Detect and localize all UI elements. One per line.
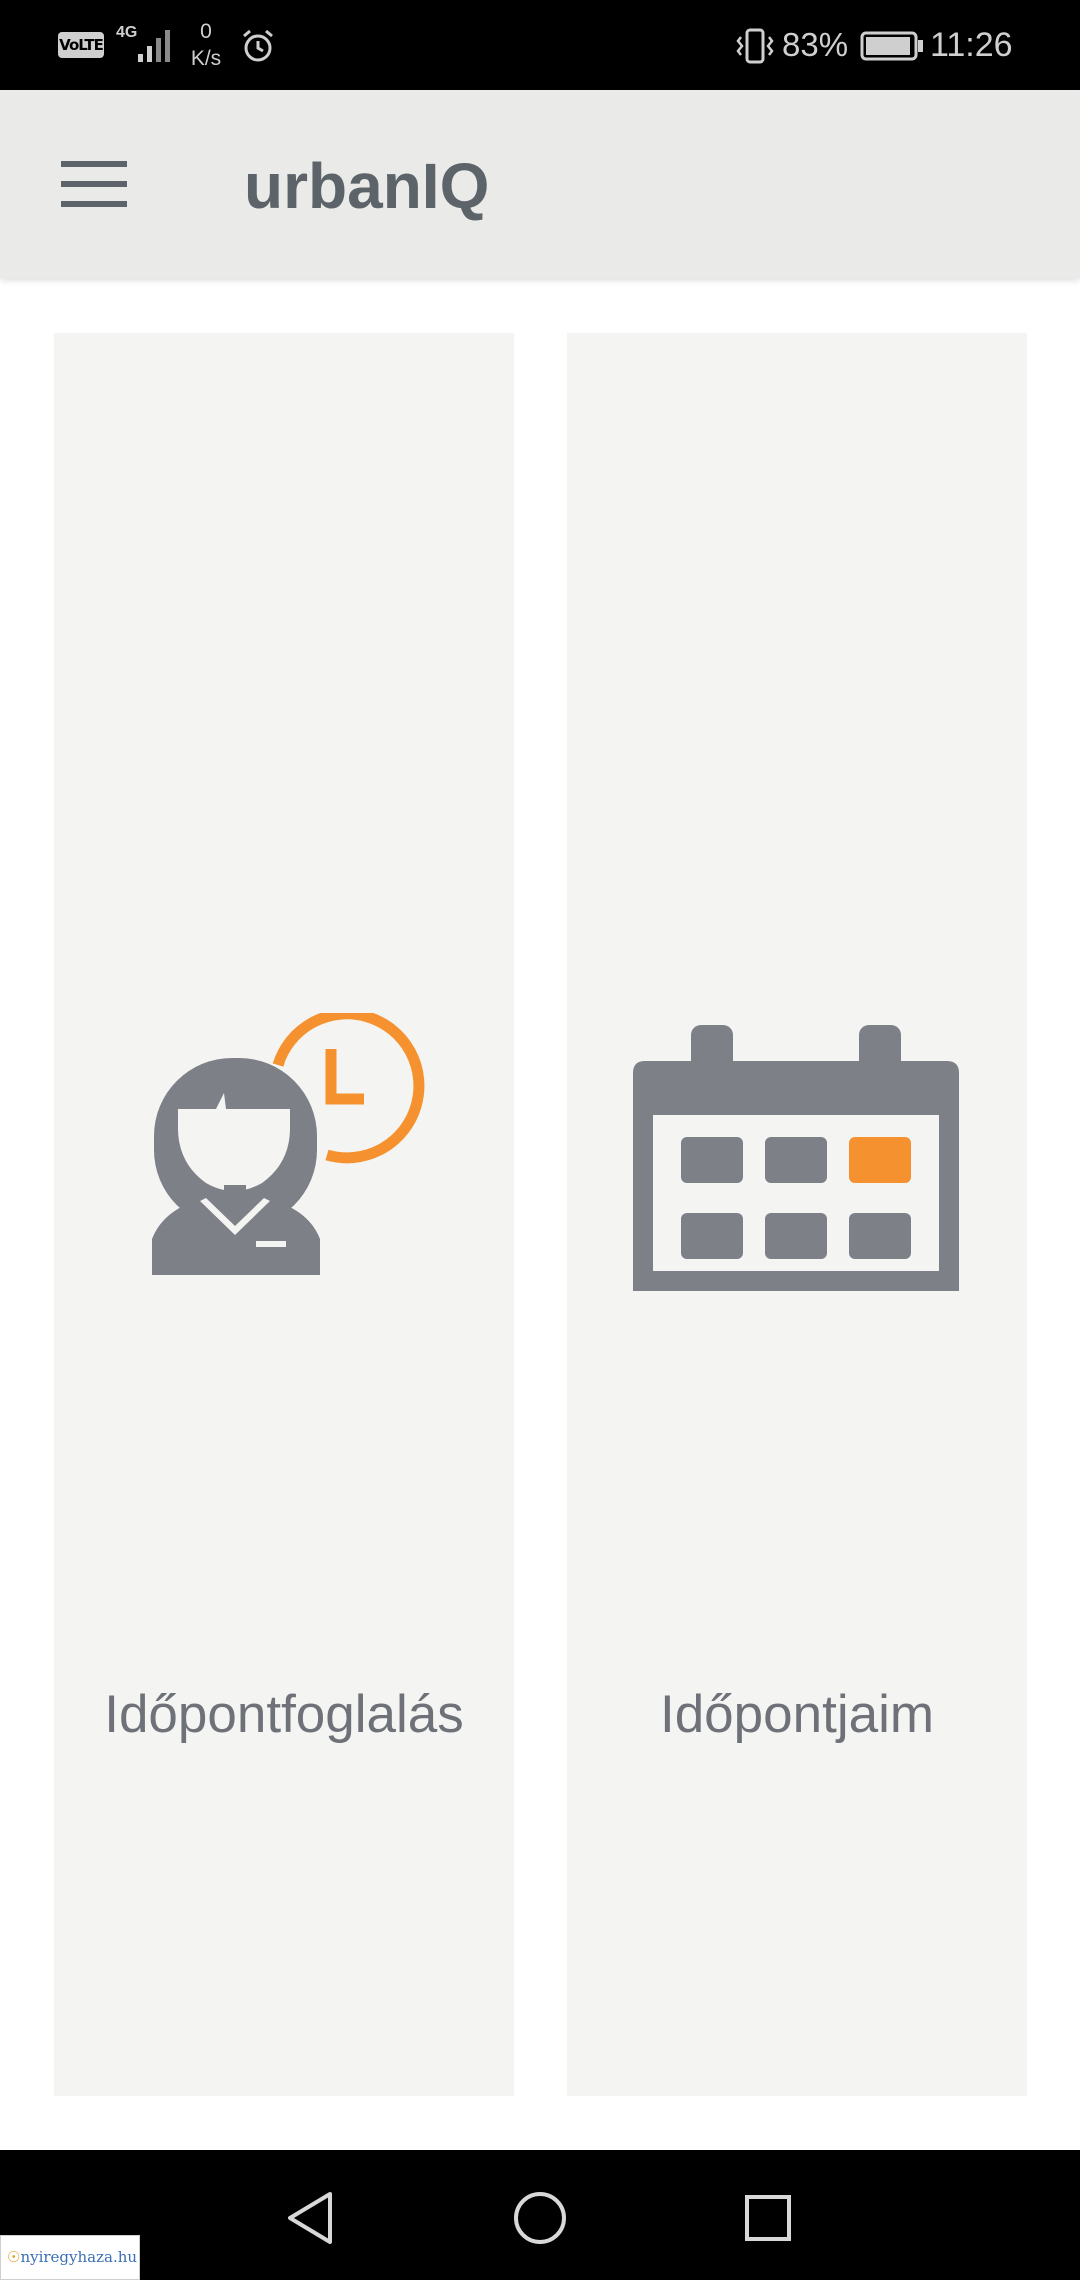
watermark-text: nyiregyhaza.hu — [20, 2248, 138, 2266]
menu-button[interactable] — [44, 134, 144, 234]
status-bar: VoLTE 4G 0 K/s 83% 11:26 — [0, 0, 1080, 90]
calendar-icon — [633, 1025, 959, 1291]
watermark-logo-icon: ☉ — [7, 2248, 21, 2266]
home-circle-icon — [514, 2192, 566, 2244]
recents-button[interactable] — [728, 2178, 808, 2258]
signal-strength-icon — [138, 30, 170, 62]
network-speed-value: 0 — [200, 20, 212, 43]
watermark: ☉nyiregyhaza.hu — [0, 2235, 140, 2280]
tile-label-appointment-booking: Időpontfoglalás — [104, 1685, 464, 1744]
tile-label-my-appointments: Időpontjaim — [659, 1685, 934, 1744]
battery-percent: 83% — [782, 26, 849, 63]
system-navigation-bar — [0, 2150, 1080, 2280]
app-bar: urbanIQ — [0, 90, 1080, 278]
tile-appointment-booking[interactable]: Időpontfoglalás — [54, 333, 514, 2096]
battery-icon — [860, 31, 923, 61]
network-speed-unit: K/s — [190, 47, 222, 70]
network-speed: 0 K/s — [186, 18, 226, 72]
vibrate-icon — [736, 28, 774, 64]
back-button[interactable] — [270, 2178, 350, 2258]
person-clock-icon — [152, 1013, 425, 1275]
recents-square-icon — [745, 2195, 791, 2241]
back-triangle-icon — [288, 2192, 332, 2244]
screen: VoLTE 4G 0 K/s 83% 11:26 urbanIQ Időpont… — [0, 0, 1080, 2280]
volte-badge: VoLTE — [58, 32, 104, 58]
tile-my-appointments[interactable]: Időpontjaim — [567, 333, 1027, 2096]
status-time: 11:26 — [930, 26, 1013, 64]
app-title: urbanIQ — [244, 150, 490, 222]
home-button[interactable] — [500, 2178, 580, 2258]
alarm-clock-icon — [243, 29, 273, 62]
hamburger-menu-icon — [61, 161, 127, 207]
